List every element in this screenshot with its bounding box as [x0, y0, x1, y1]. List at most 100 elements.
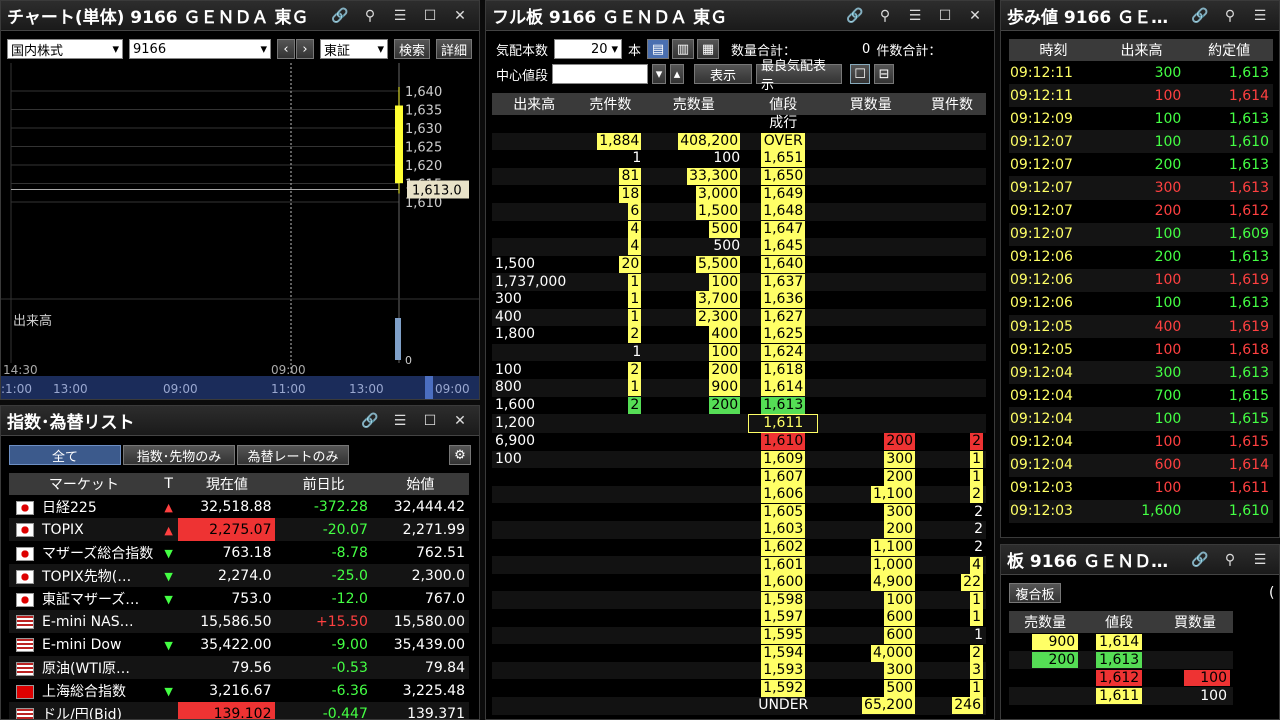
table-row[interactable]: 1 100 1,651 [492, 150, 986, 168]
price-cell[interactable]: 1,605 [743, 503, 823, 521]
col-volume[interactable]: 出来高 [492, 93, 576, 115]
price-cell[interactable]: 1,624 [743, 344, 823, 362]
link-icon[interactable]: 🔗 [1187, 5, 1213, 27]
table-row[interactable]: 09:12:11 300 1,613 [1009, 61, 1273, 85]
price-cell[interactable]: 成行 [743, 115, 823, 133]
table-row[interactable]: 09:12:05 400 1,619 [1009, 315, 1273, 339]
menu-icon[interactable]: ☰ [387, 5, 413, 27]
table-row[interactable]: 1,200 1,611 [492, 414, 986, 434]
table-row[interactable]: 09:12:03 1,600 1,610 [1009, 499, 1273, 523]
col-change[interactable]: 前日比 [275, 473, 371, 495]
table-row[interactable]: 1 100 1,624 [492, 343, 986, 362]
table-row[interactable]: 1,598 100 1 [492, 591, 986, 610]
price-cell[interactable]: 1,601 [743, 556, 823, 574]
price-cell[interactable]: 1,611 [743, 414, 823, 434]
menu-icon[interactable]: ☰ [387, 410, 413, 432]
search-icon[interactable]: ⚲ [357, 5, 383, 27]
table-row[interactable]: 18 3,000 1,649 [492, 185, 986, 203]
col-buy-count[interactable]: 買件数 [918, 93, 986, 115]
price-cell[interactable]: 1,618 [743, 361, 823, 379]
link-icon[interactable]: 🔗 [842, 5, 868, 27]
price-cell[interactable]: 1,610 [743, 433, 823, 451]
price-cell[interactable]: 1,637 [743, 273, 823, 291]
tab-fx[interactable]: 為替レートのみ [237, 445, 349, 465]
table-row[interactable]: 1,593 300 3 [492, 661, 986, 680]
table-row[interactable]: 原油(WTI原… 79.56 -0.53 79.84 [9, 656, 469, 679]
chevron-up-icon[interactable]: ▴ [670, 64, 685, 84]
table-row[interactable]: 成行 [492, 115, 986, 133]
table-row[interactable]: 09:12:07 200 1,613 [1009, 153, 1273, 177]
table-row[interactable]: 1,600 2 200 1,613 [492, 396, 986, 415]
price-cell[interactable]: 1,651 [743, 150, 823, 168]
link-icon[interactable]: 🔗 [357, 410, 383, 432]
price-cell[interactable]: 1,592 [743, 679, 823, 697]
price-cell[interactable]: UNDER [743, 697, 823, 715]
next-button[interactable]: › [296, 39, 314, 59]
price-cell[interactable]: 1,613 [743, 396, 823, 415]
table-row[interactable]: 1,597 600 1 [492, 609, 986, 627]
table-row[interactable]: 1,602 1,100 2 [492, 538, 986, 557]
col-buy-qty[interactable]: 買数量 [1157, 611, 1233, 633]
code-input[interactable]: 9166 ▾ [129, 39, 271, 59]
table-row[interactable]: 09:12:05 100 1,618 [1009, 338, 1273, 362]
table-row[interactable]: 1,592 500 1 [492, 679, 986, 697]
table-row[interactable]: 東証マザーズ… ▼ 753.0 -12.0 767.0 [9, 587, 469, 610]
table-row[interactable]: 09:12:06 200 1,613 [1009, 245, 1273, 269]
exchange-select[interactable]: 東証 ▾ [320, 39, 388, 59]
table-row[interactable]: 1,500 20 5,500 1,640 [492, 255, 986, 274]
table-row[interactable]: 09:12:04 700 1,615 [1009, 384, 1273, 408]
table-row[interactable]: 300 1 3,700 1,636 [492, 290, 986, 309]
table-row[interactable]: ドル/円(Bid) 139.102 -0.447 139.371 [9, 702, 469, 719]
table-row[interactable]: 200 1,613 [1009, 651, 1233, 669]
tab-index-futures[interactable]: 指数･先物のみ [123, 445, 235, 465]
price-cell[interactable]: 1,593 [743, 662, 823, 680]
split-view-icon[interactable]: ⊟ [874, 64, 895, 84]
link-icon[interactable]: 🔗 [1187, 549, 1213, 571]
price-cell[interactable]: 1,625 [743, 326, 823, 344]
single-view-icon[interactable]: ☐ [850, 64, 871, 84]
close-icon[interactable]: ✕ [447, 410, 473, 432]
table-row[interactable]: 800 1 900 1,614 [492, 378, 986, 397]
table-row[interactable]: 1,594 4,000 2 [492, 644, 986, 662]
table-row[interactable]: 1,612 100 [1009, 669, 1233, 687]
col-volume[interactable]: 出来高 [1098, 39, 1186, 61]
table-row[interactable]: 6,900 1,610 200 2 [492, 433, 986, 451]
price-cell[interactable]: 1,649 [743, 185, 823, 203]
gear-icon[interactable]: ⚙ [449, 445, 471, 465]
price-cell[interactable]: 1,603 [743, 521, 823, 539]
chevron-down-icon[interactable]: ▾ [652, 64, 667, 84]
price-cell[interactable]: 1,645 [743, 238, 823, 256]
col-trend[interactable]: T [159, 473, 179, 495]
price-cell[interactable]: 1,650 [743, 168, 823, 186]
table-row[interactable]: 6 1,500 1,648 [492, 202, 986, 221]
table-row[interactable]: 09:12:04 100 1,615 [1009, 407, 1273, 431]
table-row[interactable]: UNDER 65,200 246 [492, 697, 986, 715]
col-buy-qty[interactable]: 買数量 [823, 93, 918, 115]
price-cell[interactable]: OVER [743, 132, 823, 151]
table-row[interactable]: 日経225 ▲ 32,518.88 -372.28 32,444.42 [9, 495, 469, 518]
navigator-handle[interactable] [425, 376, 433, 400]
table-row[interactable]: 09:12:07 300 1,613 [1009, 176, 1273, 200]
table-row[interactable]: E-mini NAS… 15,586.50 +15.50 15,580.00 [9, 610, 469, 633]
detail-button[interactable]: 詳細 [436, 39, 473, 59]
maximize-icon[interactable]: ☐ [932, 5, 958, 27]
table-row[interactable]: 09:12:06 100 1,619 [1009, 268, 1273, 292]
table-row[interactable]: 1,600 4,900 22 [492, 573, 986, 592]
table-row[interactable]: 09:12:04 600 1,614 [1009, 453, 1273, 477]
maximize-icon[interactable]: ☐ [417, 5, 443, 27]
tab-all[interactable]: 全て [9, 445, 121, 465]
composite-board-button[interactable]: 複合板 [1009, 583, 1061, 603]
price-cell[interactable]: 1,606 [743, 486, 823, 504]
table-row[interactable]: TOPIX ▲ 2,275.07 -20.07 2,271.99 [9, 518, 469, 541]
table-row[interactable]: 09:12:07 100 1,610 [1009, 130, 1273, 154]
price-cell[interactable]: 1,598 [743, 591, 823, 609]
table-row[interactable]: 1,595 600 1 [492, 626, 986, 645]
close-icon[interactable]: ✕ [962, 5, 988, 27]
table-row[interactable]: 1,737,000 1 100 1,637 [492, 273, 986, 291]
menu-icon[interactable]: ☰ [902, 5, 928, 27]
price-cell[interactable]: 1,594 [743, 644, 823, 662]
menu-icon[interactable]: ☰ [1247, 5, 1273, 27]
table-row[interactable]: 1,601 1,000 4 [492, 556, 986, 574]
best-quote-button[interactable]: 最良気配表示 [756, 59, 843, 93]
table-row[interactable]: 81 33,300 1,650 [492, 167, 986, 186]
